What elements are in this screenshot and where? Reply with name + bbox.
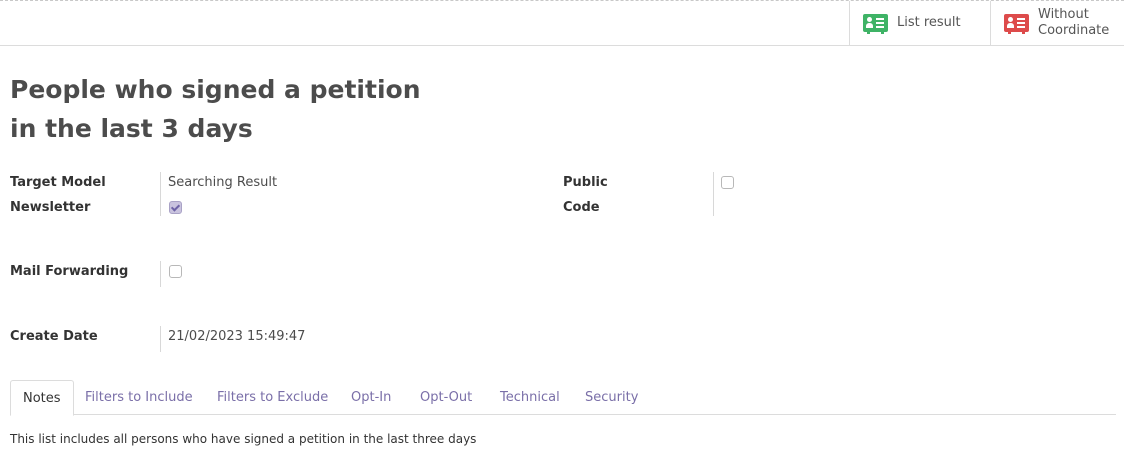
newsletter-label: Newsletter	[10, 200, 91, 215]
tab-security[interactable]: Security	[585, 380, 638, 415]
address-card-icon	[1004, 14, 1029, 34]
tab-filters-to-include[interactable]: Filters to Include	[85, 380, 193, 415]
public-label: Public	[563, 175, 608, 190]
create-date-label: Create Date	[10, 329, 98, 344]
tab-technical[interactable]: Technical	[500, 380, 560, 415]
field-separator	[160, 172, 161, 216]
field-separator	[160, 326, 161, 352]
tab-opt-out[interactable]: Opt-Out	[420, 380, 472, 415]
target-model-label: Target Model	[10, 175, 106, 190]
list-result-label: List result	[897, 15, 961, 30]
tab-notes[interactable]: Notes	[10, 380, 74, 416]
notebook-tabs: Notes Filters to Include Filters to Excl…	[10, 380, 1116, 416]
notes-text: This list includes all persons who have …	[10, 432, 477, 446]
without-coordinate-button[interactable]: Without Coordinate	[990, 1, 1124, 45]
tab-opt-in[interactable]: Opt-In	[351, 380, 391, 415]
record-title: People who signed a petition in the last…	[10, 70, 430, 148]
field-separator	[160, 261, 161, 287]
without-coordinate-line2: Coordinate	[1038, 23, 1110, 38]
public-checkbox[interactable]	[721, 176, 734, 189]
mail-forwarding-label: Mail Forwarding	[10, 264, 129, 279]
smart-button-box: List result Without Coordinate	[0, 1, 1124, 46]
mail-forwarding-checkbox[interactable]	[169, 265, 182, 278]
target-model-value[interactable]: Searching Result	[168, 175, 277, 190]
newsletter-checkbox[interactable]	[169, 201, 182, 214]
field-separator	[713, 172, 714, 216]
list-result-button[interactable]: List result	[849, 1, 990, 45]
without-coordinate-label: Without Coordinate	[1038, 7, 1109, 39]
record-title-line1: People who signed a petition	[10, 75, 421, 104]
create-date-value: 21/02/2023 15:49:47	[168, 329, 306, 344]
record-title-line2: in the last 3 days	[10, 114, 253, 143]
without-coordinate-line1: Without	[1038, 7, 1089, 22]
tab-filters-to-exclude[interactable]: Filters to Exclude	[217, 380, 328, 415]
address-card-icon	[863, 14, 888, 34]
code-label: Code	[563, 200, 600, 215]
